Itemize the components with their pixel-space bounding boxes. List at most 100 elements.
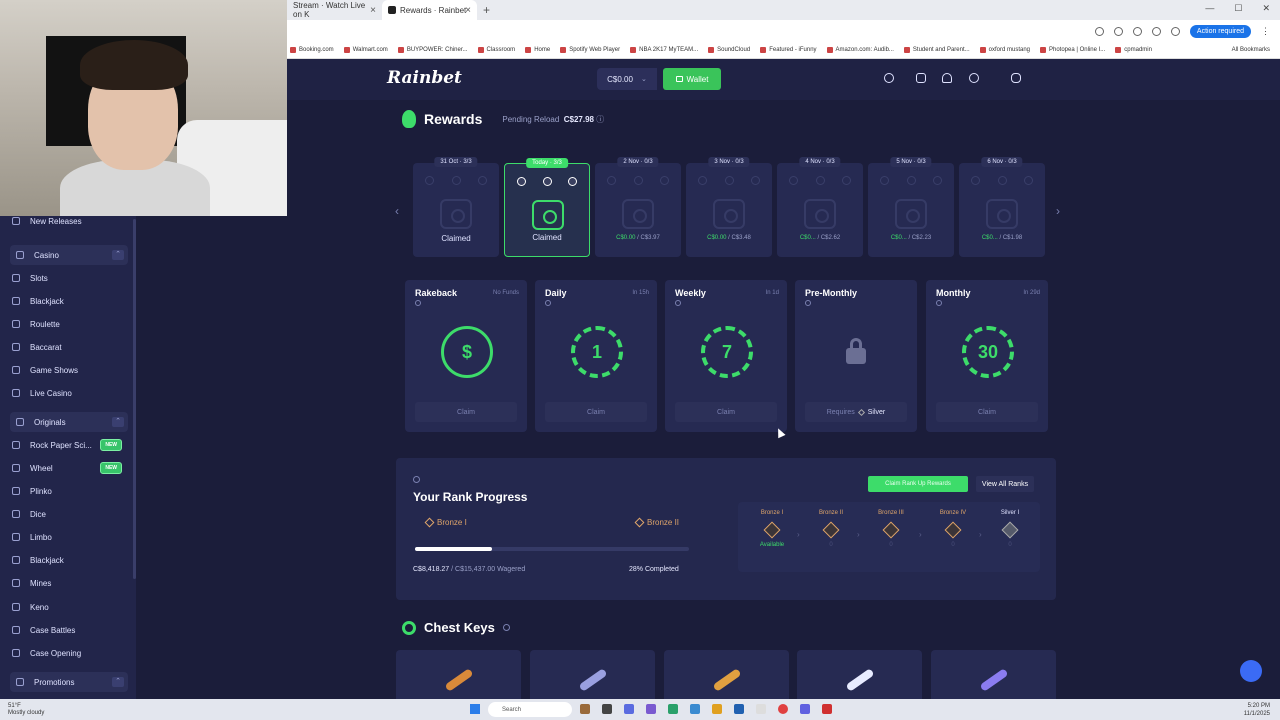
sidebar-item-dice[interactable]: Dice bbox=[12, 504, 128, 524]
app-icon[interactable] bbox=[734, 704, 744, 714]
new-tab-button[interactable]: + bbox=[483, 3, 490, 17]
sidebar-item-blackjack[interactable]: Blackjack bbox=[12, 291, 128, 311]
search-icon[interactable] bbox=[884, 73, 894, 83]
app-icon[interactable] bbox=[668, 704, 678, 714]
claim-button[interactable]: Claim bbox=[545, 402, 647, 422]
app-icon[interactable] bbox=[624, 704, 634, 714]
claim-button[interactable]: Claim bbox=[936, 402, 1038, 422]
chrome-icon[interactable] bbox=[778, 704, 788, 714]
chevron-up-icon[interactable]: ⌃ bbox=[112, 417, 124, 427]
day-card[interactable]: 6 Nov · 0/3 C$0... / C$1.98 bbox=[959, 157, 1045, 257]
browser-tab-stream[interactable]: Stream · Watch Live on K × bbox=[287, 0, 382, 20]
wallet-button[interactable]: Wallet bbox=[663, 68, 721, 90]
balance-selector[interactable]: C$0.00 ⌄ bbox=[597, 68, 657, 90]
sidebar-item-limbo[interactable]: Limbo bbox=[12, 527, 128, 547]
bookmark-item[interactable]: BUYPOWER: Chiner... bbox=[398, 47, 468, 53]
extension-icon[interactable] bbox=[1132, 26, 1142, 36]
close-window-icon[interactable]: ✕ bbox=[1262, 3, 1270, 14]
claim-button[interactable]: Claim bbox=[415, 402, 517, 422]
bookmark-item[interactable]: Spotify Web Player bbox=[560, 47, 620, 53]
rank-step[interactable]: Silver I 0 bbox=[985, 510, 1035, 548]
all-bookmarks-link[interactable]: All Bookmarks bbox=[1232, 47, 1270, 53]
info-icon[interactable] bbox=[805, 300, 811, 306]
windows-start-icon[interactable] bbox=[470, 704, 480, 714]
user-icon[interactable] bbox=[969, 73, 979, 83]
chest-key-card[interactable] bbox=[931, 650, 1056, 699]
bell-icon[interactable] bbox=[942, 73, 952, 83]
weather-widget[interactable]: 51°F Mostly cloudy bbox=[8, 703, 44, 717]
sidebar-item-baccarat[interactable]: Baccarat bbox=[12, 337, 128, 357]
sidebar-item-plinko[interactable]: Plinko bbox=[12, 481, 128, 501]
app-icon[interactable] bbox=[602, 704, 612, 714]
sidebar-item-rock-paper-scissors[interactable]: Rock Paper Sci... NEW bbox=[12, 435, 128, 455]
bookmark-item[interactable]: oxford mustang bbox=[980, 47, 1030, 53]
taskbar-clock[interactable]: 5:20 PM 11/1/2025 bbox=[1244, 702, 1270, 718]
app-icon[interactable] bbox=[756, 704, 766, 714]
info-icon[interactable] bbox=[936, 300, 942, 306]
info-icon[interactable]: ⓘ bbox=[596, 115, 604, 124]
sidebar-item-blackjack-original[interactable]: Blackjack bbox=[12, 550, 128, 570]
extension-icon[interactable] bbox=[1170, 26, 1180, 36]
rainbet-logo[interactable]: Rainbet bbox=[387, 68, 462, 88]
app-icon[interactable] bbox=[690, 704, 700, 714]
sidebar-item-case-opening[interactable]: Case Opening bbox=[12, 643, 128, 663]
view-all-ranks-button[interactable]: View All Ranks bbox=[976, 476, 1034, 492]
chevron-left-icon[interactable]: ‹ bbox=[395, 204, 399, 218]
bookmark-item[interactable]: Amazon.com: Audib... bbox=[827, 47, 894, 53]
day-card[interactable]: 4 Nov · 0/3 C$0... / C$2.62 bbox=[777, 157, 863, 257]
extension-icon[interactable] bbox=[1151, 26, 1161, 36]
chevron-up-icon[interactable]: ⌃ bbox=[112, 250, 124, 260]
chest-key-card[interactable] bbox=[530, 650, 655, 699]
rank-step[interactable]: Bronze IV 0 bbox=[928, 510, 978, 548]
chest-key-card[interactable] bbox=[664, 650, 789, 699]
app-icon[interactable] bbox=[646, 704, 656, 714]
zoom-icon[interactable] bbox=[1094, 26, 1104, 36]
day-card[interactable]: 5 Nov · 0/3 C$0... / C$2.23 bbox=[868, 157, 954, 257]
bookmark-item[interactable]: SoundCloud bbox=[708, 47, 750, 53]
sidebar-item-case-battles[interactable]: Case Battles bbox=[12, 620, 128, 640]
sidebar-item-mines[interactable]: Mines bbox=[12, 573, 128, 593]
bookmark-item[interactable]: cpmadmin bbox=[1115, 47, 1152, 53]
bookmark-item[interactable]: Home bbox=[525, 47, 550, 53]
info-icon[interactable] bbox=[415, 300, 421, 306]
info-icon[interactable] bbox=[675, 300, 681, 306]
maximize-icon[interactable]: ☐ bbox=[1234, 3, 1242, 14]
sidebar-item-game-shows[interactable]: Game Shows bbox=[12, 360, 128, 380]
chevron-right-icon[interactable]: › bbox=[1056, 204, 1060, 218]
chest-key-card[interactable] bbox=[797, 650, 922, 699]
bookmark-item[interactable]: NBA 2K17 MyTEAM... bbox=[630, 47, 698, 53]
chest-key-card[interactable] bbox=[396, 650, 521, 699]
bookmark-item[interactable]: Walmart.com bbox=[344, 47, 388, 53]
rank-step[interactable]: Bronze II 0 bbox=[806, 510, 856, 548]
star-icon[interactable] bbox=[1113, 26, 1123, 36]
gift-icon[interactable] bbox=[916, 73, 926, 83]
app-icon[interactable] bbox=[822, 704, 832, 714]
rank-step[interactable]: Bronze I Available bbox=[747, 510, 797, 548]
minimize-icon[interactable]: — bbox=[1205, 3, 1214, 14]
chat-icon[interactable] bbox=[1011, 73, 1021, 83]
taskbar-search[interactable]: Search bbox=[488, 702, 572, 717]
chevron-up-icon[interactable]: ⌃ bbox=[112, 677, 124, 687]
menu-dots-icon[interactable]: ⋮ bbox=[1261, 26, 1270, 37]
action-required-button[interactable]: Action required bbox=[1189, 24, 1251, 38]
day-card-today[interactable]: Today · 3/3 Claimed bbox=[504, 158, 590, 257]
bookmark-item[interactable]: Booking.com bbox=[290, 47, 334, 53]
info-icon[interactable] bbox=[413, 476, 420, 483]
requires-rank-button[interactable]: Requires Silver bbox=[805, 402, 907, 422]
support-headset-icon[interactable] bbox=[1240, 660, 1262, 682]
sidebar-item-wheel[interactable]: Wheel NEW bbox=[12, 458, 128, 478]
bookmark-item[interactable]: Classroom bbox=[478, 47, 516, 53]
discord-icon[interactable] bbox=[800, 704, 810, 714]
sidebar-item-roulette[interactable]: Roulette bbox=[12, 314, 128, 334]
sidebar-item-live-casino[interactable]: Live Casino bbox=[12, 383, 128, 403]
bookmark-item[interactable]: Photopea | Online I... bbox=[1040, 47, 1105, 53]
app-icon[interactable] bbox=[580, 704, 590, 714]
close-icon[interactable]: × bbox=[465, 5, 471, 16]
info-icon[interactable] bbox=[545, 300, 551, 306]
day-card[interactable]: 2 Nov · 0/3 C$0.00 / C$3.97 bbox=[595, 157, 681, 257]
info-icon[interactable] bbox=[502, 624, 510, 631]
sidebar-group-originals[interactable]: Originals ⌃ bbox=[10, 412, 128, 432]
claim-button[interactable]: Claim bbox=[675, 402, 777, 422]
sidebar-item-keno[interactable]: Keno bbox=[12, 597, 128, 617]
day-card[interactable]: 31 Oct · 3/3 Claimed bbox=[413, 157, 499, 257]
